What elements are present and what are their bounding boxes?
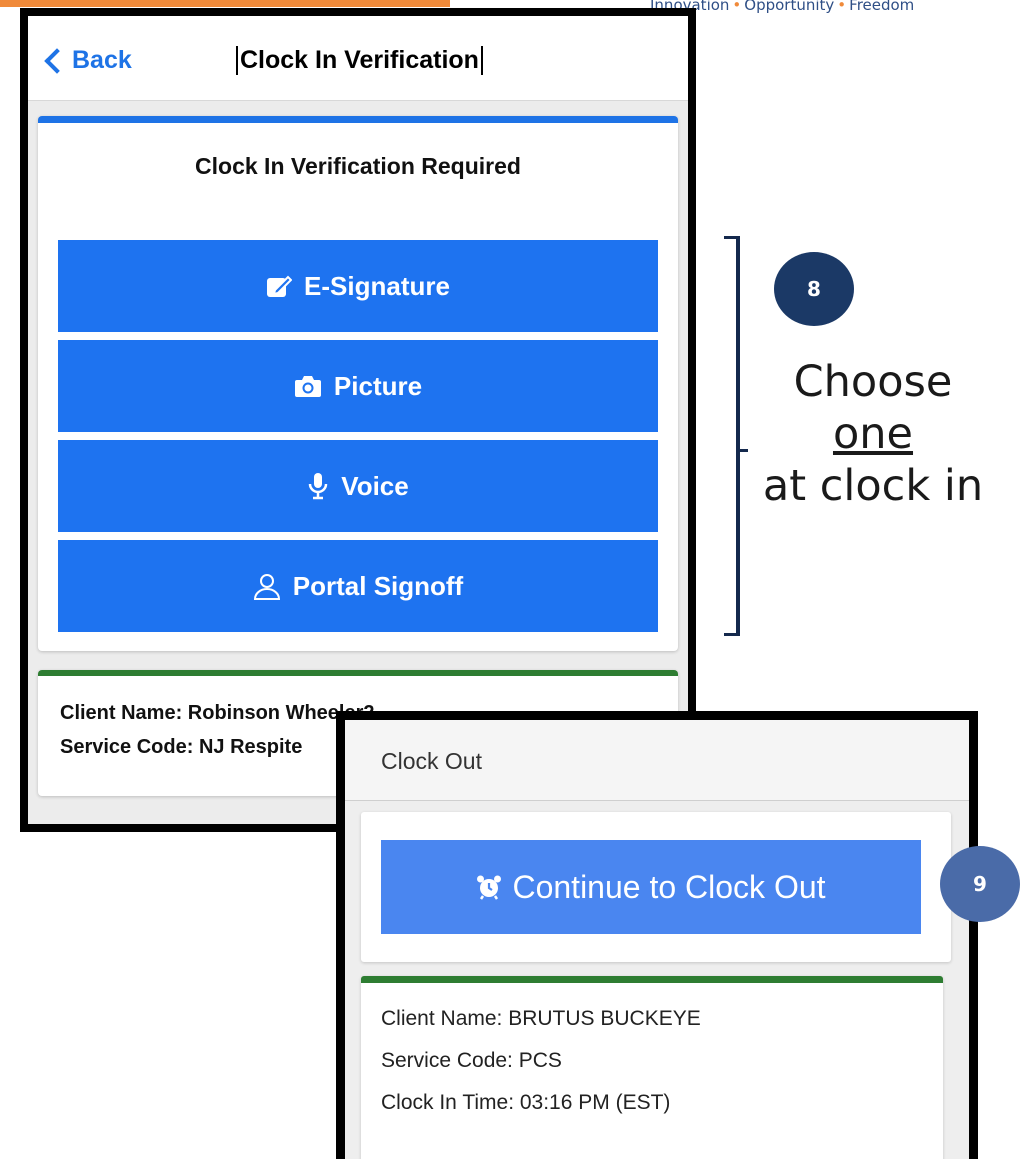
tagline-separator: • <box>837 0 847 14</box>
navigation-bar: Back Clock In Verification <box>28 16 688 101</box>
bracket-bottom <box>724 633 738 636</box>
clock-out-card: Continue to Clock Out <box>361 812 951 962</box>
option-label: Portal Signoff <box>292 570 464 601</box>
tagline-word: Opportunity <box>744 0 835 14</box>
back-button[interactable]: Back <box>42 46 132 75</box>
camera-icon <box>294 374 322 398</box>
page-title: Clock In Verification <box>236 46 483 75</box>
page-title: Clock Out <box>381 748 482 774</box>
alarm-clock-icon <box>476 874 502 900</box>
instruction-callout: Choose one at clock in <box>748 356 998 512</box>
bracket-tick <box>740 449 748 452</box>
card-title: Clock In Verification Required <box>195 153 521 179</box>
tagline-word: Freedom <box>849 0 915 14</box>
navigation-bar: Clock Out <box>345 720 969 801</box>
bracket-line <box>736 236 740 636</box>
callout-emphasis: one <box>832 409 914 459</box>
clock-in-phone-screenshot: Back Clock In Verification Clock In Veri… <box>20 8 696 832</box>
user-icon <box>253 572 281 600</box>
button-label: Continue to Clock Out <box>512 868 826 905</box>
e-signature-button[interactable]: E-Signature <box>58 240 658 332</box>
verification-card: Clock In Verification Required E-Signatu… <box>38 116 678 651</box>
client-info-card: Client Name: BRUTUS BUCKEYE Service Code… <box>361 976 943 1159</box>
step-8-badge: 8 <box>774 252 854 326</box>
option-label: Picture <box>333 370 423 401</box>
portal-signoff-button[interactable]: Portal Signoff <box>58 540 658 632</box>
chevron-left-icon <box>44 47 70 74</box>
picture-button[interactable]: Picture <box>58 340 658 432</box>
service-code: Service Code: NJ Respite <box>60 736 303 758</box>
clock-out-phone-screenshot: Clock Out Continue to Clock Out Client N… <box>336 711 978 1159</box>
microphone-icon <box>307 472 329 500</box>
clock-in-time: Clock In Time: 03:16 PM (EST) <box>381 1091 671 1114</box>
bracket-top <box>724 236 738 239</box>
voice-button[interactable]: Voice <box>58 440 658 532</box>
option-label: Voice <box>341 470 409 501</box>
callout-suffix: at clock in <box>762 461 984 511</box>
client-name: Client Name: BRUTUS BUCKEYE <box>381 1007 701 1030</box>
continue-to-clock-out-button[interactable]: Continue to Clock Out <box>381 840 921 934</box>
step-9-badge: 9 <box>940 846 1020 922</box>
callout-prefix: Choose <box>793 357 953 407</box>
option-label: E-Signature <box>304 270 450 301</box>
back-label: Back <box>72 46 132 74</box>
client-name: Client Name: Robinson Wheeler2 <box>60 702 375 724</box>
brand-accent-bar <box>0 0 450 7</box>
service-code: Service Code: PCS <box>381 1049 562 1072</box>
edit-icon <box>266 273 293 299</box>
tagline-separator: • <box>732 0 742 14</box>
